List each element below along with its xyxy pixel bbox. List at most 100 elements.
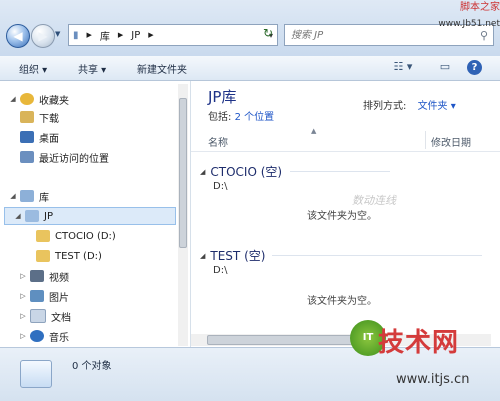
- help-icon[interactable]: ?: [467, 60, 482, 75]
- download-folder-icon: [20, 111, 34, 123]
- expand-arrow-icon[interactable]: ◢: [8, 192, 18, 200]
- column-date-modified[interactable]: 修改日期: [431, 134, 471, 149]
- back-button[interactable]: ◀: [6, 24, 30, 48]
- group-divider: [272, 255, 482, 256]
- watermark-middle: 数动连线: [352, 194, 396, 207]
- expand-arrow-icon[interactable]: ▷: [18, 292, 28, 300]
- view-options-icon[interactable]: ☷ ▾: [388, 60, 418, 75]
- star-icon: [20, 93, 34, 105]
- group-path: D:\: [213, 265, 228, 276]
- new-folder-button[interactable]: 新建文件夹: [137, 61, 187, 76]
- column-name[interactable]: 名称: [208, 134, 228, 149]
- empty-folder-message: 该文件夹为空。: [307, 211, 377, 222]
- command-toolbar: 组织 ▾ 共享 ▾ 新建文件夹 ☷ ▾ ▭ ?: [0, 56, 500, 81]
- history-dropdown-icon[interactable]: ▼: [55, 30, 60, 38]
- sidebar-item-label: 库: [39, 192, 49, 204]
- expand-arrow-icon[interactable]: ▷: [18, 312, 28, 320]
- group-title: TEST (空): [210, 249, 266, 263]
- item-count: 0 个对象: [72, 361, 112, 372]
- sidebar-item-pictures[interactable]: ▷ 图片: [18, 287, 69, 305]
- column-header: ▲ 名称 修改日期: [191, 127, 500, 152]
- expand-arrow-icon[interactable]: ◢: [8, 95, 18, 103]
- arrange-by: 排列方式: 文件夹 ▾: [363, 97, 456, 112]
- sidebar-item-label: 桌面: [39, 133, 59, 145]
- watermark-top: 脚本之家 www.Jb51.net: [404, 0, 500, 44]
- column-divider[interactable]: [425, 131, 426, 149]
- sidebar-item-libraries[interactable]: ◢ 库: [8, 187, 49, 205]
- folder-icon: [36, 250, 50, 262]
- refresh-icon: ↻: [262, 26, 274, 40]
- sidebar-item-downloads[interactable]: 下载: [18, 108, 59, 126]
- refresh-button[interactable]: ↻: [258, 26, 278, 44]
- group-header-test[interactable]: ◢ TEST (空): [200, 247, 482, 264]
- desktop-icon: [20, 131, 34, 143]
- arrange-by-dropdown[interactable]: 文件夹 ▾: [418, 101, 456, 112]
- includes-label: 包括:: [208, 112, 232, 123]
- collapse-arrow-icon[interactable]: ◢: [200, 252, 205, 260]
- includes-line: 包括: 2 个位置: [208, 108, 274, 123]
- watermark-site: www.itjs.cn: [396, 372, 470, 387]
- breadcrumb-jp[interactable]: JP: [127, 30, 144, 41]
- forward-arrow-icon: ▶: [38, 29, 48, 43]
- address-bar-region: ◀ ▶ ▼ ▮ ▶ 库 ▶ JP ▶ ▾ ↻ ⚲ 脚本之家 www.Jb51.n…: [0, 0, 500, 57]
- sidebar-item-label: 视频: [49, 272, 69, 284]
- group-title: CTOCIO (空): [210, 165, 283, 179]
- sidebar-item-favorites[interactable]: ◢ 收藏夹: [8, 90, 69, 108]
- pictures-icon: [30, 290, 44, 302]
- sidebar-item-label: 收藏夹: [39, 95, 69, 107]
- sidebar-item-videos[interactable]: ▷ 视频: [18, 267, 69, 285]
- address-input[interactable]: ▮ ▶ 库 ▶ JP ▶ ▾: [68, 24, 278, 46]
- sidebar-item-label: 音乐: [49, 332, 69, 344]
- group-header-ctocio[interactable]: ◢ CTOCIO (空): [200, 163, 390, 180]
- expand-arrow-icon[interactable]: ▷: [18, 332, 28, 340]
- watermark-brand: 技术网: [378, 328, 460, 358]
- back-arrow-icon: ◀: [13, 29, 23, 43]
- sidebar-item-desktop[interactable]: 桌面: [18, 128, 59, 146]
- breadcrumb-library[interactable]: 库: [96, 28, 114, 43]
- includes-locations-link[interactable]: 2 个位置: [235, 112, 275, 123]
- watermark-top-title: 脚本之家: [460, 2, 500, 13]
- path-separator-icon[interactable]: ▶: [114, 31, 127, 39]
- sidebar-item-ctocio[interactable]: CTOCIO (D:): [34, 227, 116, 245]
- sidebar-item-test[interactable]: TEST (D:): [34, 247, 102, 265]
- folder-icon: [36, 230, 50, 242]
- library-icon: [25, 210, 39, 222]
- preview-pane-icon[interactable]: ▭: [437, 60, 453, 75]
- group-path: D:\: [213, 181, 228, 192]
- library-small-icon: ▮: [73, 29, 79, 41]
- path-separator-icon[interactable]: ▶: [144, 31, 157, 39]
- organize-button[interactable]: 组织 ▾: [19, 61, 47, 76]
- sidebar-item-jp[interactable]: ◢ JP: [4, 207, 176, 225]
- navigation-pane: ◢ 收藏夹 下载 桌面 最近访问的位置 ◢ 库 ◢ JP CTOCIO (D:)…: [0, 81, 191, 347]
- watermark-bottom: IT 技术网 www.itjs.cn: [350, 320, 500, 400]
- group-divider: [290, 171, 390, 172]
- sidebar-item-label: JP: [44, 210, 53, 222]
- empty-folder-message: 该文件夹为空。: [307, 296, 377, 307]
- expand-arrow-icon[interactable]: ▷: [18, 272, 28, 280]
- music-icon: [30, 330, 44, 342]
- sidebar-item-music[interactable]: ▷ 音乐: [18, 327, 69, 345]
- sidebar-item-recent[interactable]: 最近访问的位置: [18, 148, 109, 166]
- collapse-arrow-icon[interactable]: ◢: [200, 168, 205, 176]
- path-separator-icon[interactable]: ▶: [83, 31, 96, 39]
- library-large-icon: [20, 360, 52, 388]
- sidebar-item-label: CTOCIO (D:): [55, 230, 116, 242]
- navigation-scrollbar[interactable]: [178, 84, 188, 346]
- content-pane: JP库 包括: 2 个位置 排列方式: 文件夹 ▾ ▲ 名称 修改日期 ◢ CT…: [191, 81, 500, 347]
- sidebar-item-label: 图片: [49, 292, 69, 304]
- sort-ascending-icon: ▲: [311, 127, 317, 135]
- expand-arrow-icon[interactable]: ◢: [13, 212, 23, 220]
- scrollbar-thumb[interactable]: [207, 335, 367, 345]
- sidebar-item-label: TEST (D:): [55, 250, 102, 262]
- share-button[interactable]: 共享 ▾: [78, 61, 106, 76]
- watermark-top-url: www.Jb51.net: [438, 19, 500, 29]
- sidebar-item-label: 下载: [39, 113, 59, 125]
- scrollbar-thumb[interactable]: [179, 98, 187, 248]
- recent-places-icon: [20, 151, 34, 163]
- arrange-label: 排列方式:: [363, 101, 407, 112]
- sidebar-item-label: 文档: [51, 312, 71, 324]
- forward-button[interactable]: ▶: [31, 24, 55, 48]
- sidebar-item-documents[interactable]: ▷ 文档: [18, 307, 71, 325]
- sidebar-item-label: 最近访问的位置: [39, 153, 109, 165]
- library-icon: [20, 190, 34, 202]
